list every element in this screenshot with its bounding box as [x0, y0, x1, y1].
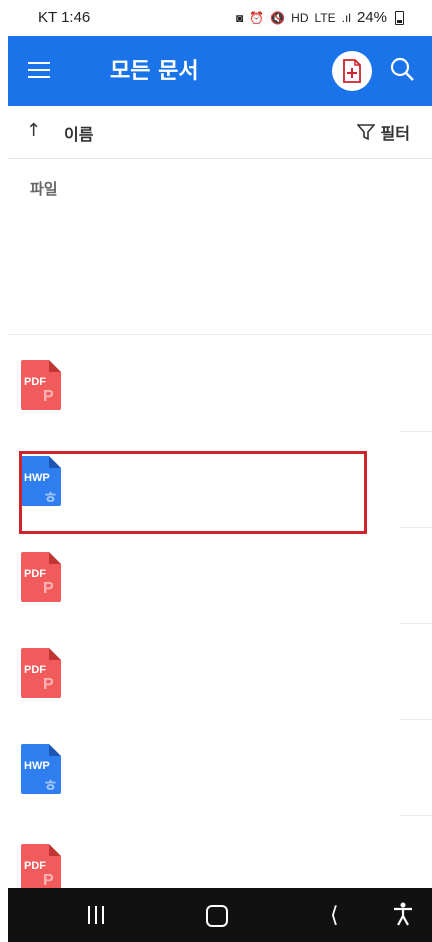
file-row[interactable]: PDF P	[8, 336, 432, 432]
section-label-files: 파일	[30, 180, 58, 198]
battery-icon	[395, 10, 404, 25]
pdf-file-icon: PDF P	[21, 360, 61, 410]
file-row[interactable]: PDF P	[8, 528, 432, 624]
divider	[8, 334, 432, 335]
network-type: LTE	[314, 10, 336, 25]
signal-icon: .ıl	[341, 10, 351, 25]
home-button[interactable]	[206, 905, 228, 927]
app-bar: 모든 문서	[8, 36, 432, 106]
sort-filter-bar: ↑ 이름 필터	[8, 106, 432, 159]
filter-button[interactable]: 필터	[356, 120, 410, 144]
file-row[interactable]: PDF P	[8, 624, 432, 720]
recents-button[interactable]	[88, 906, 104, 924]
pdf-file-icon: PDF P	[21, 648, 61, 698]
sort-by-name-button[interactable]: 이름	[64, 121, 93, 145]
pdf-file-icon: PDF P	[21, 552, 61, 602]
sort-arrow-up-icon[interactable]: ↑	[26, 120, 41, 141]
highlight-box	[19, 451, 367, 534]
filter-label: 필터	[380, 124, 410, 143]
filter-icon	[356, 124, 375, 141]
status-bar: KT 1:46 ◙ ⏰ 🔇 HD LTE .ıl 24%	[0, 0, 432, 36]
hd-icon: HD	[291, 10, 309, 25]
carrier-time: KT 1:46	[38, 9, 91, 26]
page-title: 모든 문서	[110, 59, 199, 84]
system-nav-bar: ⟨	[8, 888, 432, 942]
new-document-button[interactable]	[332, 51, 372, 91]
battery-percent: 24%	[356, 9, 387, 26]
menu-icon[interactable]	[28, 58, 52, 82]
pdf-file-icon: PDF P	[21, 844, 61, 894]
search-icon	[390, 57, 414, 81]
status-icons: ◙ ⏰ 🔇 HD LTE .ıl 24%	[236, 9, 404, 26]
accessibility-button[interactable]	[392, 902, 414, 930]
mute-icon: 🔇	[270, 10, 286, 25]
notification-icon: ◙	[236, 10, 244, 25]
file-row[interactable]: HWP ㅎ	[8, 720, 432, 816]
alarm-icon: ⏰	[249, 10, 265, 25]
new-document-icon	[343, 59, 361, 83]
hwp-file-icon: HWP ㅎ	[21, 744, 61, 795]
accessibility-icon	[394, 902, 412, 926]
back-button[interactable]: ⟨	[330, 903, 339, 928]
search-button[interactable]	[389, 56, 415, 86]
